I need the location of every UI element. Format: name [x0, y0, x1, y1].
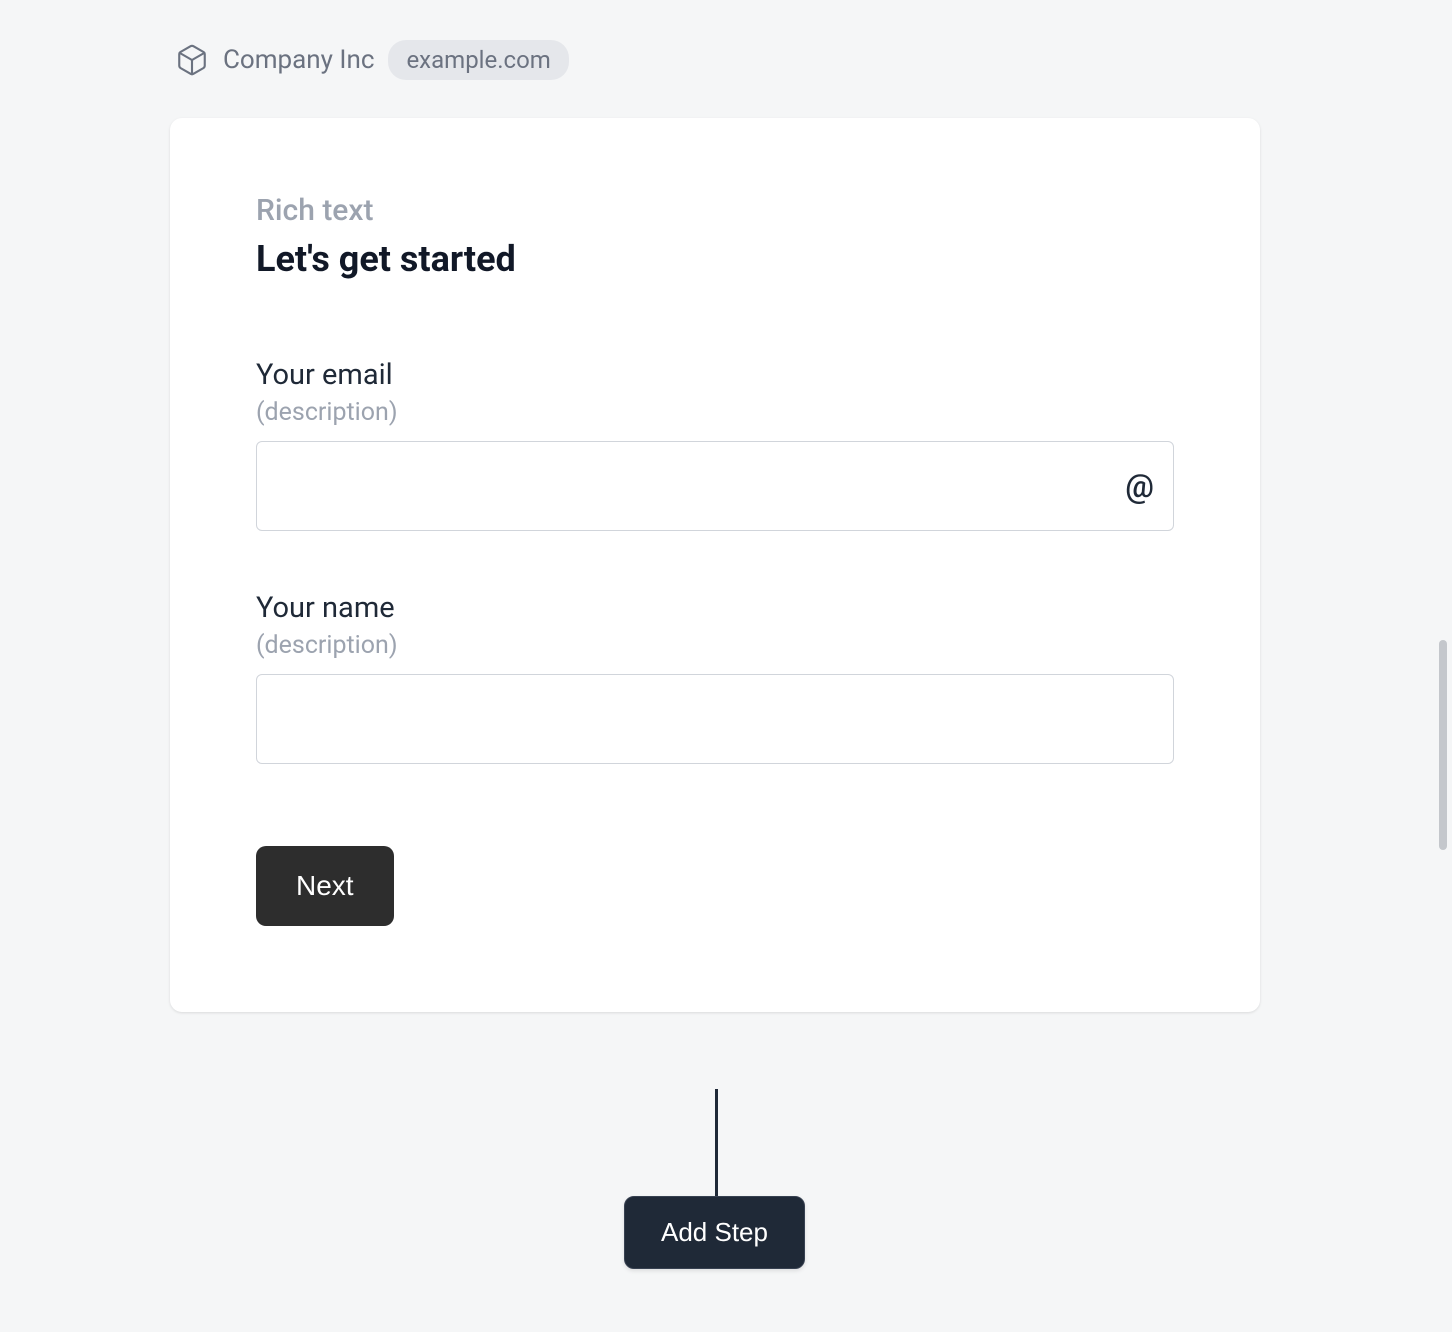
- email-input[interactable]: [256, 441, 1174, 531]
- connector-line: [715, 1089, 718, 1197]
- name-input-wrapper: [256, 674, 1174, 764]
- scrollbar-thumb[interactable]: [1439, 640, 1447, 850]
- name-input[interactable]: [256, 674, 1174, 764]
- email-description: (description): [256, 398, 1174, 427]
- name-description: (description): [256, 631, 1174, 660]
- section-label: Rich text: [256, 193, 1174, 228]
- next-button[interactable]: Next: [256, 846, 394, 926]
- cube-icon: [175, 43, 209, 77]
- add-step-button[interactable]: Add Step: [624, 1196, 805, 1269]
- email-label: Your email: [256, 358, 1174, 392]
- company-name: Company Inc: [223, 45, 374, 75]
- email-input-wrapper: @: [256, 441, 1174, 531]
- form-card: Rich text Let's get started Your email (…: [170, 118, 1260, 1012]
- domain-badge: example.com: [388, 40, 568, 80]
- name-field-group: Your name (description): [256, 591, 1174, 764]
- form-heading: Let's get started: [256, 238, 1174, 280]
- header: Company Inc example.com: [0, 0, 1452, 80]
- name-label: Your name: [256, 591, 1174, 625]
- email-field-group: Your email (description) @: [256, 358, 1174, 531]
